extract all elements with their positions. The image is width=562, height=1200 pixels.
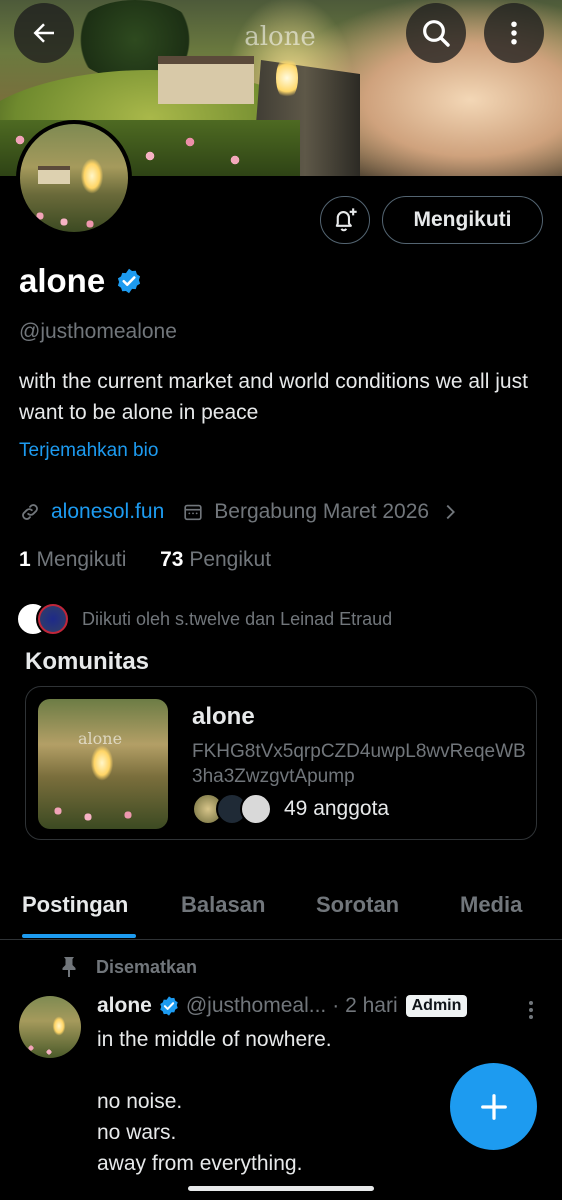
notifications-button[interactable]	[320, 196, 370, 244]
post-author-avatar[interactable]	[19, 996, 81, 1058]
pin-icon	[62, 957, 76, 977]
member-avatar-3	[240, 793, 272, 825]
follow-stats: 1 Mengikuti 73 Pengikut	[19, 548, 271, 572]
back-button[interactable]	[14, 3, 74, 63]
more-options-button[interactable]	[484, 3, 544, 63]
followed-by-text: Diikuti oleh s.twelve dan Leinad Etraud	[82, 608, 393, 629]
followed-by[interactable]: Diikuti oleh s.twelve dan Leinad Etraud	[16, 602, 392, 636]
plus-icon	[480, 1093, 507, 1120]
compose-button[interactable]	[450, 1063, 537, 1150]
tab-replies[interactable]: Balasan	[181, 892, 265, 918]
avatar-house	[38, 166, 70, 184]
profile-bio: with the current market and world condit…	[19, 370, 528, 424]
profile-meta: alonesol.fun Bergabung Maret 2026	[19, 500, 461, 524]
following-button[interactable]: Mengikuti	[382, 196, 543, 244]
community-name: alone	[192, 703, 255, 730]
banner-glow	[276, 56, 298, 100]
profile-name: alone	[19, 262, 106, 299]
profile-avatar[interactable]	[16, 120, 132, 236]
community-image-text: alone	[78, 729, 123, 748]
followers-stat[interactable]: 73 Pengikut	[160, 548, 271, 571]
admin-badge: Admin	[405, 995, 468, 1017]
post-header: alone @justhomeal... · 2 hari Admin	[97, 994, 468, 1018]
community-members: 49 anggota	[192, 793, 389, 825]
community-image: alone	[38, 699, 168, 829]
translate-bio-link[interactable]: Terjemahkan bio	[19, 440, 158, 462]
chevron-right-icon[interactable]	[439, 501, 461, 523]
verified-badge-icon	[160, 996, 178, 1016]
search-button[interactable]	[406, 3, 466, 63]
link-icon	[22, 504, 38, 520]
post-more-icon[interactable]	[520, 998, 542, 1022]
search-icon	[423, 20, 450, 47]
community-heading: Komunitas	[25, 648, 150, 675]
tab-media[interactable]: Media	[460, 892, 522, 918]
pinned-label: Disematkan	[96, 956, 198, 977]
tab-highlights[interactable]: Sorotan	[316, 892, 399, 918]
more-vertical-icon	[511, 21, 517, 45]
active-tab-indicator	[22, 934, 136, 938]
joined-date: Bergabung Maret 2026	[214, 500, 430, 523]
post-time: · 2 hari	[332, 994, 398, 1017]
calendar-icon	[184, 504, 202, 521]
tab-posts[interactable]: Postingan	[22, 892, 128, 918]
website-link[interactable]: alonesol.fun	[51, 500, 164, 524]
community-card[interactable]: alone alone FKHG8tVx5qrpCZD4uwpL8wvReqeW…	[25, 686, 537, 840]
community-members-count: 49 anggota	[284, 797, 390, 820]
verified-badge-icon[interactable]	[115, 267, 143, 295]
post-text: in the middle of nowhere. no noise. no w…	[97, 1028, 332, 1175]
pinned-indicator: Disematkan	[60, 956, 197, 978]
banner-overlay-text: alone	[244, 22, 316, 52]
community-address: FKHG8tVx5qrpCZD4uwpL8wvReqeWB3ha3ZwzgvtA…	[192, 741, 526, 787]
post-author-handle: @justhomeal...	[185, 994, 327, 1017]
home-indicator[interactable]	[188, 1186, 374, 1191]
back-arrow-icon	[33, 23, 54, 43]
profile-handle: @justhomealone	[19, 320, 177, 343]
follower-avatar-2	[36, 602, 70, 636]
banner-house	[158, 56, 254, 104]
post-author-name[interactable]: alone	[97, 994, 152, 1018]
bell-plus-icon	[335, 208, 357, 232]
profile-name-row: alone	[19, 262, 143, 300]
profile-tabs: Postingan Balasan Sorotan Media	[0, 880, 562, 940]
following-stat[interactable]: 1 Mengikuti	[19, 548, 126, 571]
